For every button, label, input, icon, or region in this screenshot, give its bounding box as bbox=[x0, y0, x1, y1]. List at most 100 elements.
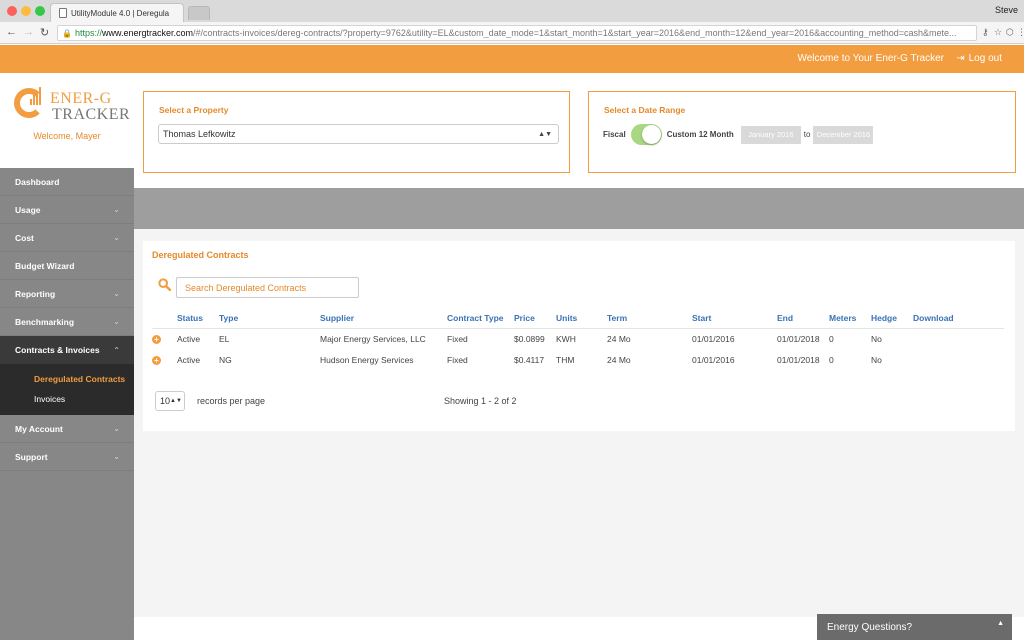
star-icon[interactable]: ☆ bbox=[994, 27, 1002, 38]
sidebar-item-contracts-invoices[interactable]: Contracts & Invoices ⌃ bbox=[0, 336, 134, 364]
select-arrows-icon: ▲▼ bbox=[538, 130, 552, 138]
column-header-units[interactable]: Units bbox=[556, 308, 607, 329]
sidebar-item-usage[interactable]: Usage ⌄ bbox=[0, 196, 134, 224]
welcome-user: Welcome, Mayer bbox=[33, 131, 101, 141]
header-welcome-text: Welcome to Your Ener-G Tracker bbox=[797, 53, 944, 64]
logout-label: Log out bbox=[968, 53, 1002, 64]
logout-link[interactable]: ⇥ Log out bbox=[956, 53, 1002, 64]
sidebar-item-dashboard[interactable]: Dashboard bbox=[0, 168, 134, 196]
column-header-hedge[interactable]: Hedge bbox=[871, 308, 913, 329]
date-to-label: to bbox=[803, 130, 811, 139]
column-header-end[interactable]: End bbox=[777, 308, 829, 329]
end-cell: 01/01/2018 bbox=[777, 354, 820, 365]
menu-icon[interactable]: ⋮ bbox=[1017, 27, 1024, 38]
reload-icon[interactable]: ↻ bbox=[40, 26, 49, 39]
expand-row-icon[interactable]: + bbox=[152, 355, 161, 365]
date-range-controls: Fiscal Custom 12 Month January 2016 to D… bbox=[603, 124, 874, 145]
sidebar-item-label: Usage bbox=[15, 204, 41, 215]
sidebar-item-label: Reporting bbox=[15, 288, 56, 299]
sidebar-item-cost[interactable]: Cost ⌄ bbox=[0, 224, 134, 252]
energy-questions-widget[interactable]: Energy Questions? ▲ bbox=[817, 614, 1012, 640]
property-panel: Select a Property Thomas Lefkowitz ▲▼ bbox=[143, 91, 570, 173]
chevron-down-icon: ⌄ bbox=[113, 317, 120, 326]
meters-cell: 0 bbox=[829, 333, 834, 344]
page-size-select[interactable]: 10 ▲▼ bbox=[155, 391, 185, 411]
end-date-input[interactable]: December 2016 bbox=[813, 125, 874, 144]
sidebar-item-label: Dashboard bbox=[15, 176, 60, 187]
table-row[interactable]: + Active EL Major Energy Services, LLC F… bbox=[152, 328, 1004, 349]
search-input[interactable]: Search Deregulated Contracts bbox=[176, 277, 359, 298]
column-header-status[interactable]: Status bbox=[177, 308, 219, 329]
page-size-value: 10 bbox=[160, 396, 171, 406]
expand-cell[interactable]: + bbox=[152, 328, 177, 349]
chevron-down-icon: ⌄ bbox=[113, 205, 120, 214]
window-minimize-button[interactable] bbox=[21, 6, 31, 16]
property-select[interactable]: Thomas Lefkowitz ▲▼ bbox=[158, 124, 559, 144]
property-select-value: Thomas Lefkowitz bbox=[163, 129, 236, 139]
chevron-down-icon: ⌄ bbox=[113, 424, 120, 433]
date-range-panel-title: Select a Date Range bbox=[604, 105, 686, 115]
chevron-down-icon: ⌄ bbox=[113, 289, 120, 298]
start-date-input[interactable]: January 2016 bbox=[740, 125, 801, 144]
download-cell[interactable] bbox=[913, 349, 1004, 370]
key-icon[interactable]: ⚷ bbox=[982, 27, 989, 38]
sidebar-item-benchmarking[interactable]: Benchmarking ⌄ bbox=[0, 308, 134, 336]
end-cell: 01/01/2018 bbox=[777, 333, 820, 344]
window-maximize-button[interactable] bbox=[35, 6, 45, 16]
column-header-meters[interactable]: Meters bbox=[829, 308, 871, 329]
filter-strip: Select a Property Thomas Lefkowitz ▲▼ Se… bbox=[134, 73, 1024, 188]
sidebar-item-label: My Account bbox=[15, 423, 63, 434]
logo-area: ENER-G TRACKER Welcome, Mayer bbox=[0, 73, 134, 168]
sidebar-item-label: Support bbox=[15, 451, 48, 462]
start-cell: 01/01/2016 bbox=[692, 354, 735, 365]
submenu-item-deregulated-contracts[interactable]: Deregulated Contracts bbox=[0, 369, 134, 389]
sidebar-item-support[interactable]: Support ⌄ bbox=[0, 443, 134, 471]
supplier-cell: Major Energy Services, LLC bbox=[320, 333, 426, 344]
column-header-supplier[interactable]: Supplier bbox=[320, 308, 447, 329]
url-input[interactable]: 🔒 https://www.energtracker.com/#/contrac… bbox=[57, 25, 977, 41]
forward-arrow-icon[interactable]: → bbox=[23, 26, 34, 38]
new-tab-button[interactable] bbox=[188, 6, 210, 20]
sidebar-item-reporting[interactable]: Reporting ⌄ bbox=[0, 280, 134, 308]
column-header-download[interactable]: Download bbox=[913, 308, 1004, 329]
pagination-controls: 10 ▲▼ records per page bbox=[155, 391, 265, 411]
status-cell: Active bbox=[177, 354, 201, 365]
submenu-item-label: Deregulated Contracts bbox=[34, 374, 126, 384]
gray-band bbox=[134, 188, 1024, 229]
sidebar-item-my-account[interactable]: My Account ⌄ bbox=[0, 415, 134, 443]
contract-type-cell: Fixed bbox=[447, 354, 468, 365]
chevron-down-icon: ⌄ bbox=[113, 452, 120, 461]
column-header-contract-type[interactable]: Contract Type bbox=[447, 308, 514, 329]
hedge-cell: No bbox=[871, 333, 882, 344]
sidebar-item-budget-wizard[interactable]: Budget Wizard bbox=[0, 252, 134, 280]
term-cell: 24 Mo bbox=[607, 354, 631, 365]
window-close-button[interactable] bbox=[7, 6, 17, 16]
sidebar-item-label: Benchmarking bbox=[15, 316, 75, 327]
date-mode-toggle[interactable] bbox=[630, 124, 662, 145]
table-header-row: Status Type Supplier Contract Type Price… bbox=[152, 308, 1004, 329]
deregulated-contracts-card: Deregulated Contracts Search Deregulated… bbox=[143, 241, 1015, 431]
expand-cell[interactable]: + bbox=[152, 349, 177, 370]
caret-up-icon: ▲ bbox=[997, 620, 1004, 627]
column-header-type[interactable]: Type bbox=[219, 308, 320, 329]
select-arrows-icon: ▲▼ bbox=[170, 398, 182, 404]
column-header-price[interactable]: Price bbox=[514, 308, 556, 329]
expand-row-icon[interactable]: + bbox=[152, 334, 161, 344]
energy-questions-label: Energy Questions? bbox=[827, 622, 913, 633]
column-header-start[interactable]: Start bbox=[692, 308, 777, 329]
status-cell: Active bbox=[177, 333, 201, 344]
browser-user-name[interactable]: Steve bbox=[995, 5, 1018, 15]
column-header-term[interactable]: Term bbox=[607, 308, 692, 329]
table-row[interactable]: + Active NG Hudson Energy Services Fixed… bbox=[152, 349, 1004, 370]
sidebar-item-label: Contracts & Invoices bbox=[15, 345, 100, 355]
chevron-up-icon: ⌃ bbox=[113, 345, 120, 355]
fiscal-label: Fiscal bbox=[603, 130, 626, 139]
extension-icon[interactable]: ⬡ bbox=[1006, 27, 1014, 38]
browser-tab[interactable]: UtilityModule 4.0 | Deregulated × bbox=[50, 3, 184, 22]
submenu-item-invoices[interactable]: Invoices bbox=[0, 389, 134, 409]
logout-icon: ⇥ bbox=[956, 53, 965, 64]
download-cell[interactable] bbox=[913, 328, 1004, 349]
sidebar-item-label: Cost bbox=[15, 232, 34, 243]
price-cell: $0.4117 bbox=[514, 354, 545, 365]
back-arrow-icon[interactable]: ← bbox=[6, 26, 17, 38]
